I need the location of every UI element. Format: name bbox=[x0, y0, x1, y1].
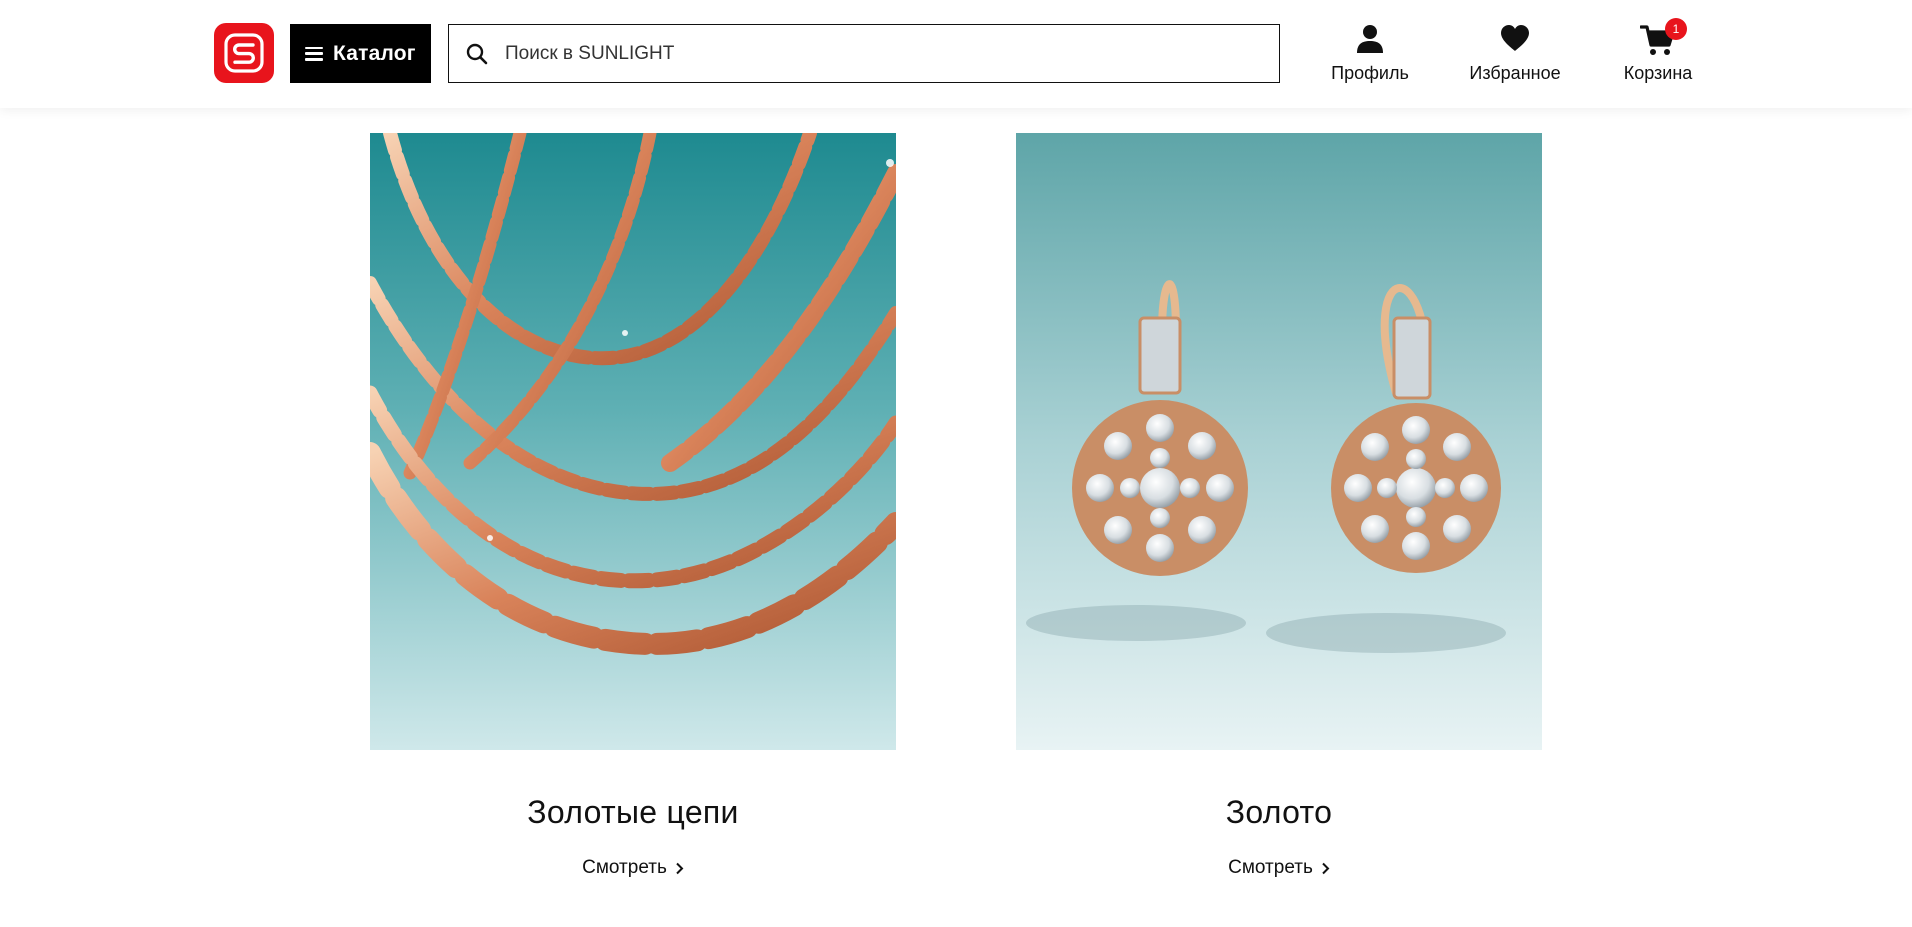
favorites-label: Избранное bbox=[1469, 63, 1561, 83]
view-more-link[interactable]: Смотреть bbox=[370, 857, 896, 879]
favorites-button[interactable]: Избранное bbox=[1455, 24, 1575, 84]
card-title: Золото bbox=[1225, 794, 1333, 830]
logo-mark-icon bbox=[224, 33, 264, 73]
gold-earrings-image[interactable] bbox=[1016, 133, 1542, 750]
card-title: Золотые цепи bbox=[527, 794, 739, 830]
search-bar[interactable] bbox=[448, 24, 1280, 83]
cart-label: Корзина bbox=[1623, 63, 1693, 83]
catalog-label: Каталог bbox=[333, 41, 416, 65]
search-icon[interactable] bbox=[465, 42, 489, 66]
menu-icon bbox=[305, 46, 323, 61]
view-more-label: Смотреть bbox=[582, 857, 667, 878]
logo[interactable] bbox=[214, 23, 274, 83]
chevron-right-icon bbox=[1322, 862, 1330, 874]
view-more-link[interactable]: Смотреть bbox=[1016, 857, 1542, 879]
profile-button[interactable]: Профиль bbox=[1320, 24, 1420, 84]
cart-button[interactable]: 1 Корзина bbox=[1608, 18, 1708, 84]
site-header: Каталог Профиль Избранное 1 bbox=[0, 0, 1912, 108]
chevron-right-icon bbox=[676, 862, 684, 874]
catalog-button[interactable]: Каталог bbox=[290, 24, 431, 83]
profile-icon bbox=[1357, 25, 1383, 53]
heart-icon bbox=[1501, 25, 1529, 51]
category-card-gold[interactable]: Золото Смотреть bbox=[1016, 133, 1542, 879]
profile-label: Профиль bbox=[1331, 63, 1409, 83]
category-card-gold-chains[interactable]: Золотые цепи Смотреть bbox=[370, 133, 896, 879]
cart-count-badge: 1 bbox=[1665, 18, 1687, 40]
search-input[interactable] bbox=[505, 33, 1265, 74]
view-more-label: Смотреть bbox=[1228, 857, 1313, 878]
gold-chains-image[interactable] bbox=[370, 133, 896, 750]
